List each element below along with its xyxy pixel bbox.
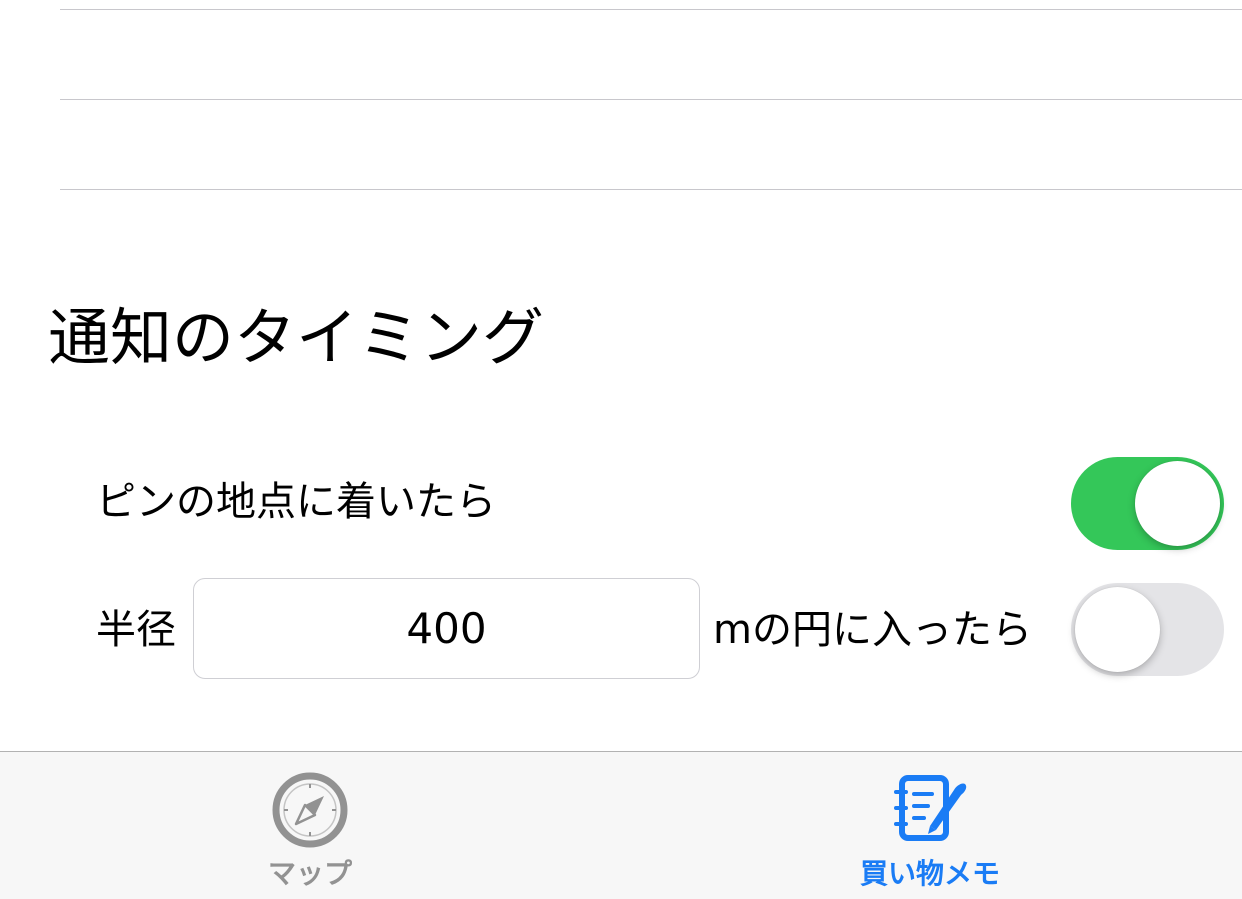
arrive-toggle[interactable] xyxy=(1071,457,1224,550)
radius-suffix-label: mの円に入ったら xyxy=(713,607,1032,653)
compass-icon xyxy=(272,772,348,848)
toggle-knob xyxy=(1075,587,1160,672)
list-row[interactable] xyxy=(60,0,1242,10)
tab-bar: マップ 買い物メモ xyxy=(0,751,1242,899)
radius-prefix-label: 半径 xyxy=(96,607,176,653)
tab-map[interactable]: マップ xyxy=(210,752,410,899)
list-row[interactable] xyxy=(60,100,1242,190)
arrive-option-label: ピンの地点に着いたら xyxy=(96,479,496,525)
tab-map-label: マップ xyxy=(267,857,352,890)
radius-toggle[interactable] xyxy=(1071,583,1224,676)
tab-memo-label: 買い物メモ xyxy=(859,857,1000,890)
settings-screen: 通知のタイミング ピンの地点に着いたら 半径 mの円に入ったら マップ xyxy=(0,0,1242,899)
list-row[interactable] xyxy=(60,10,1242,100)
radius-input[interactable] xyxy=(193,578,700,679)
section-title: 通知のタイミング xyxy=(48,301,545,374)
tab-shopping-memo[interactable]: 買い物メモ xyxy=(830,752,1030,899)
toggle-knob xyxy=(1135,461,1220,546)
notepad-pen-icon xyxy=(894,775,967,841)
